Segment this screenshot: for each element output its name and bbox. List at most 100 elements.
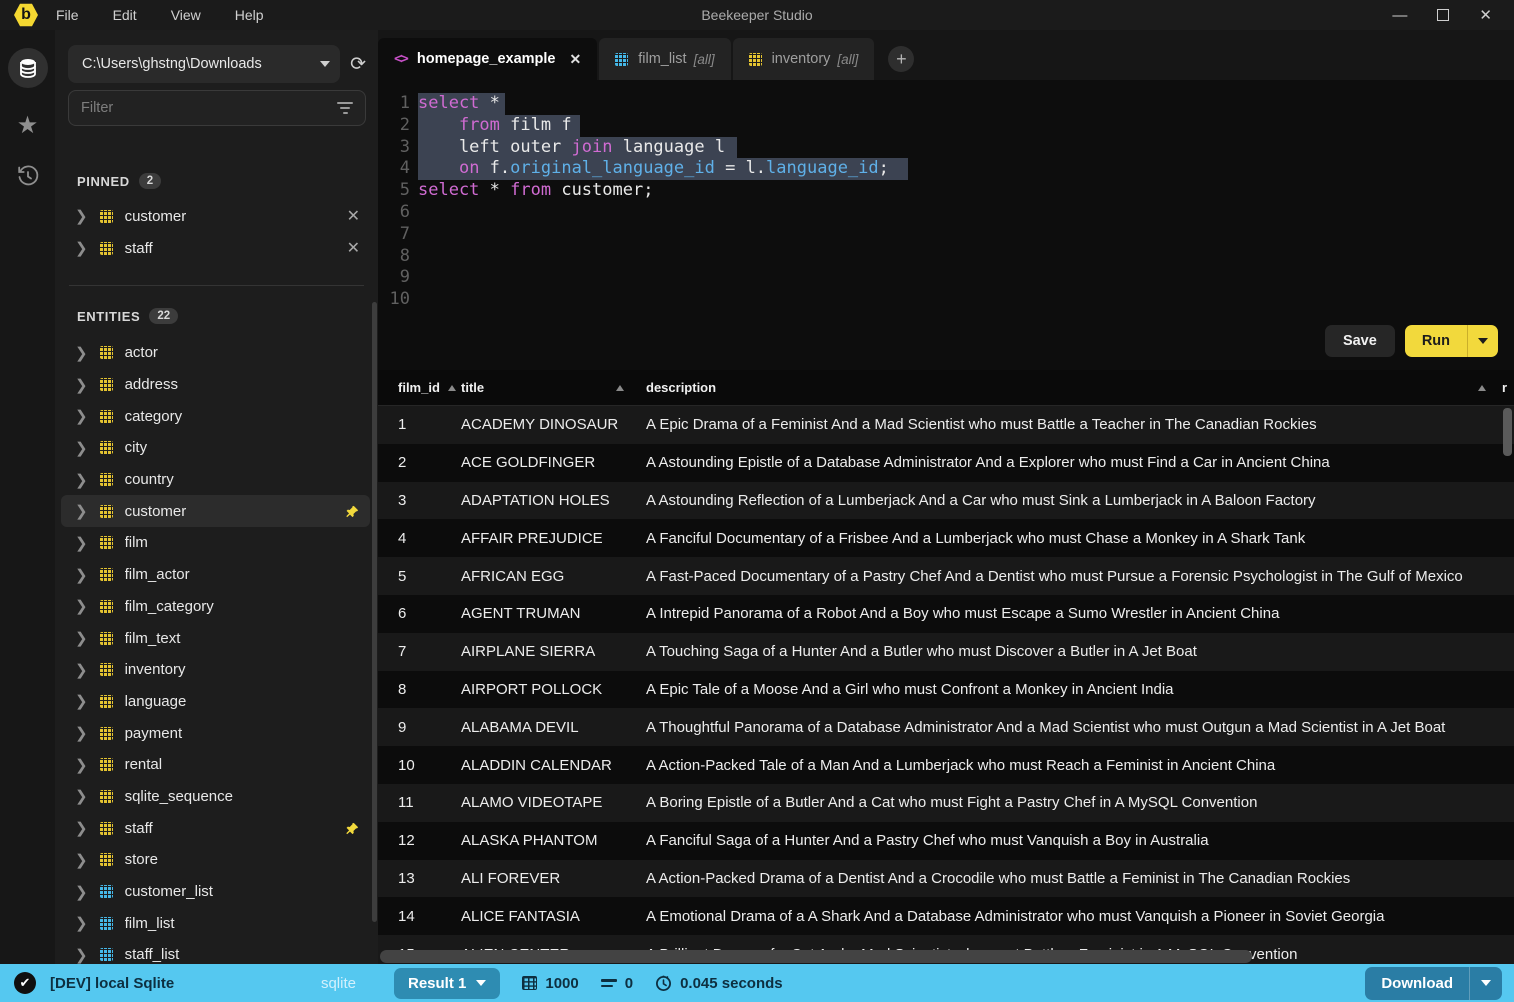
menu-edit[interactable]: Edit [113, 7, 137, 23]
cell-film-id[interactable]: 1 [378, 416, 461, 433]
table-row[interactable]: 1 ACADEMY DINOSAUR A Epic Drama of a Femin… [378, 406, 1514, 444]
cell-title[interactable]: AIRPLANE SIERRA [461, 643, 646, 660]
code-line-10[interactable]: 10 [378, 289, 1514, 311]
chevron-right-icon[interactable]: ❯ [75, 344, 88, 362]
chevron-right-icon[interactable]: ❯ [75, 661, 88, 679]
entities-item-film_actor[interactable]: ❯ film_actor [61, 559, 370, 591]
cell-film-id[interactable]: 4 [378, 530, 461, 547]
cell-title[interactable]: ALAMO VIDEOTAPE [461, 794, 646, 811]
unpin-close-icon[interactable]: ✕ [347, 206, 360, 226]
chevron-right-icon[interactable]: ❯ [75, 787, 88, 805]
pinned-item-customer[interactable]: ❯ customer ✕ [61, 200, 370, 232]
chevron-right-icon[interactable]: ❯ [75, 597, 88, 615]
chevron-right-icon[interactable]: ❯ [75, 471, 88, 489]
entities-item-category[interactable]: ❯ category [61, 400, 370, 432]
tab-close-icon[interactable]: ✕ [569, 51, 581, 68]
table-row[interactable]: 13 ALI FOREVER A Action-Packed Drama of a … [378, 859, 1514, 898]
tab-homepage_example[interactable]: <> homepage_example ✕ [378, 38, 598, 80]
menu-file[interactable]: File [56, 7, 79, 23]
download-dropdown-arrow[interactable] [1469, 966, 1502, 1000]
table-row[interactable]: 4 AFFAIR PREJUDICE A Fanciful Documentary … [378, 519, 1514, 558]
unpin-close-icon[interactable]: ✕ [347, 238, 360, 258]
table-row[interactable]: 3 ADAPTATION HOLES A Astounding Reflection… [378, 481, 1514, 520]
cell-film-id[interactable]: 13 [378, 870, 461, 887]
pin-icon[interactable] [345, 504, 360, 519]
connection-selector[interactable]: C:\Users\ghstng\Downloads [68, 45, 341, 83]
run-button-main[interactable]: Run [1405, 325, 1467, 357]
column-header-film-id[interactable]: film_id [378, 380, 461, 395]
cell-film-id[interactable]: 6 [378, 605, 461, 622]
cell-film-id[interactable]: 2 [378, 454, 461, 471]
cell-film-id[interactable]: 14 [378, 908, 461, 925]
cell-title[interactable]: AFRICAN EGG [461, 568, 646, 585]
results-horizontal-scrollbar[interactable] [380, 950, 1252, 963]
cell-description[interactable]: A Fast-Paced Documentary of a Pastry Che… [646, 568, 1514, 585]
chevron-right-icon[interactable]: ❯ [75, 407, 88, 425]
cell-description[interactable]: A Boring Epistle of a Butler And a Cat w… [646, 794, 1514, 811]
menu-view[interactable]: View [171, 7, 201, 23]
table-row[interactable]: 14 ALICE FANTASIA A Emotional Drama of a A… [378, 897, 1514, 936]
cell-description[interactable]: A Fanciful Saga of a Hunter And a Pastry… [646, 832, 1514, 849]
code-line-9[interactable]: 9 [378, 267, 1514, 289]
table-row[interactable]: 6 AGENT TRUMAN A Intrepid Panorama of a Ro… [378, 594, 1514, 633]
history-icon[interactable] [16, 164, 40, 188]
tab-inventory[interactable]: inventory [all] [732, 38, 875, 80]
menu-help[interactable]: Help [235, 7, 264, 23]
table-row[interactable]: 12 ALASKA PHANTOM A Fanciful Saga of a Hun… [378, 821, 1514, 860]
chevron-right-icon[interactable]: ❯ [75, 914, 88, 932]
close-icon[interactable]: ✕ [1479, 8, 1492, 23]
chevron-right-icon[interactable]: ❯ [75, 692, 88, 710]
cell-description[interactable]: A Astounding Epistle of a Database Admin… [646, 454, 1514, 471]
table-row[interactable]: 7 AIRPLANE SIERRA A Touching Saga of a Hun… [378, 632, 1514, 671]
chevron-right-icon[interactable]: ❯ [75, 724, 88, 742]
entity-filter-input[interactable]: Filter [68, 90, 366, 126]
cell-description[interactable]: A Action-Packed Tale of a Man And a Lumb… [646, 757, 1514, 774]
table-row[interactable]: 2 ACE GOLDFINGER A Astounding Epistle of a… [378, 443, 1514, 482]
cell-film-id[interactable]: 9 [378, 719, 461, 736]
entities-item-staff_list[interactable]: ❯ staff_list [61, 939, 370, 964]
cell-description[interactable]: A Fanciful Documentary of a Frisbee And … [646, 530, 1514, 547]
table-row[interactable]: 10 ALADDIN CALENDAR A Action-Packed Tale o… [378, 746, 1514, 784]
code-line-8[interactable]: 8 [378, 246, 1514, 268]
entities-item-sqlite_sequence[interactable]: ❯ sqlite_sequence [61, 781, 370, 813]
entities-item-film[interactable]: ❯ film [61, 527, 370, 559]
cell-title[interactable]: ALI FOREVER [461, 870, 646, 887]
cell-title[interactable]: ALASKA PHANTOM [461, 832, 646, 849]
save-button[interactable]: Save [1324, 325, 1395, 357]
cell-title[interactable]: AFFAIR PREJUDICE [461, 530, 646, 547]
table-row[interactable]: 8 AIRPORT POLLOCK A Epic Tale of a Moose A… [378, 670, 1514, 709]
tab-film_list[interactable]: film_list [all] [599, 38, 731, 80]
cell-film-id[interactable]: 11 [378, 794, 461, 811]
entities-item-store[interactable]: ❯ store [61, 844, 370, 876]
table-row[interactable]: 5 AFRICAN EGG A Fast-Paced Documentary of … [378, 557, 1514, 595]
cell-description[interactable]: A Action-Packed Drama of a Dentist And a… [646, 870, 1514, 887]
result-selector-button[interactable]: Result 1 [394, 967, 501, 999]
cell-film-id[interactable]: 10 [378, 757, 461, 774]
chevron-right-icon[interactable]: ❯ [75, 239, 88, 257]
cell-film-id[interactable]: 12 [378, 832, 461, 849]
entities-item-country[interactable]: ❯ country [61, 464, 370, 496]
chevron-right-icon[interactable]: ❯ [75, 207, 88, 225]
entities-item-inventory[interactable]: ❯ inventory [61, 654, 370, 686]
entities-item-rental[interactable]: ❯ rental [61, 749, 370, 781]
column-header-description[interactable]: description [646, 380, 1502, 395]
entities-item-language[interactable]: ❯ language [61, 686, 370, 718]
cell-title[interactable]: AGENT TRUMAN [461, 605, 646, 622]
chevron-right-icon[interactable]: ❯ [75, 629, 88, 647]
code-line-7[interactable]: 7 [378, 224, 1514, 246]
database-tables-icon[interactable] [7, 48, 48, 88]
entities-item-actor[interactable]: ❯ actor [61, 337, 370, 369]
chevron-right-icon[interactable]: ❯ [75, 851, 88, 869]
table-row[interactable]: 9 ALABAMA DEVIL A Thoughtful Panorama of a… [378, 708, 1514, 747]
entities-item-city[interactable]: ❯ city [61, 432, 370, 464]
chevron-right-icon[interactable]: ❯ [75, 502, 88, 520]
cell-title[interactable]: ALADDIN CALENDAR [461, 757, 646, 774]
chevron-right-icon[interactable]: ❯ [75, 883, 88, 901]
results-vertical-scrollbar[interactable] [1503, 408, 1512, 456]
code-line-6[interactable]: 6 [378, 202, 1514, 224]
new-tab-button[interactable]: + [888, 46, 915, 72]
pinned-item-staff[interactable]: ❯ staff ✕ [61, 232, 370, 264]
favorites-star-icon[interactable]: ★ [17, 114, 39, 138]
chevron-right-icon[interactable]: ❯ [75, 439, 88, 457]
cell-description[interactable]: A Intrepid Panorama of a Robot And a Boy… [646, 605, 1514, 622]
